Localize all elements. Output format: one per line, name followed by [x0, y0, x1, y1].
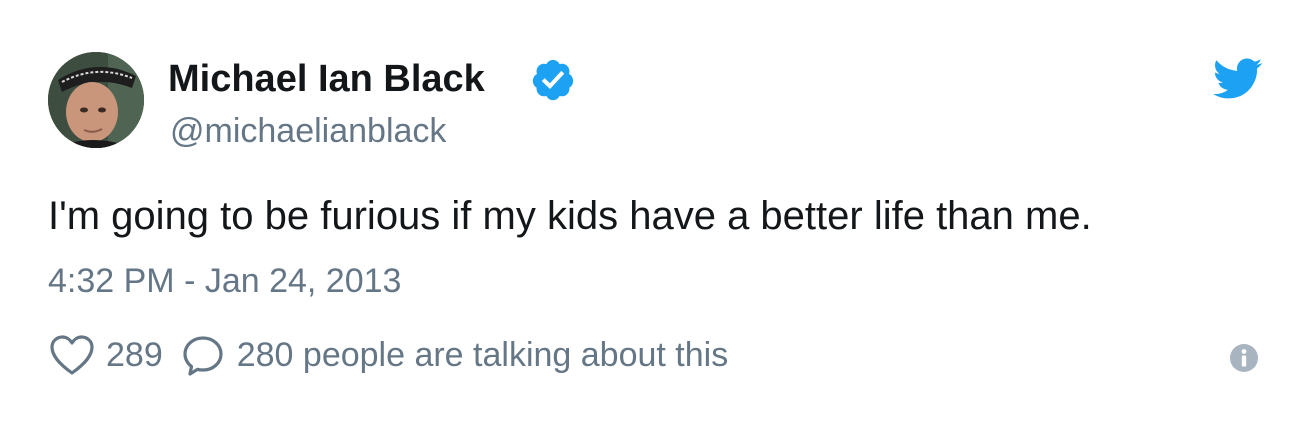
like-count[interactable]: 289 [106, 332, 163, 378]
author-name[interactable]: Michael Ian Black [168, 55, 485, 103]
talking-about-text[interactable]: 280 people are talking about this [237, 332, 728, 378]
speech-bubble-icon[interactable] [181, 333, 225, 377]
tweet-timestamp[interactable]: 4:32 PM - Jan 24, 2013 [48, 258, 401, 304]
verified-badge-icon [532, 59, 574, 101]
tweet-text: I'm going to be furious if my kids have … [48, 194, 1092, 238]
heart-icon[interactable] [48, 332, 96, 378]
embedded-tweet: Michael Ian Black @michaelianblack I'm g… [0, 0, 1315, 426]
tweet-actions: 289 280 people are talking about this [48, 332, 728, 378]
author-handle[interactable]: @michaelianblack [170, 109, 446, 153]
avatar[interactable] [48, 52, 144, 148]
twitter-bird-icon[interactable] [1213, 58, 1263, 100]
info-icon[interactable] [1229, 343, 1259, 373]
